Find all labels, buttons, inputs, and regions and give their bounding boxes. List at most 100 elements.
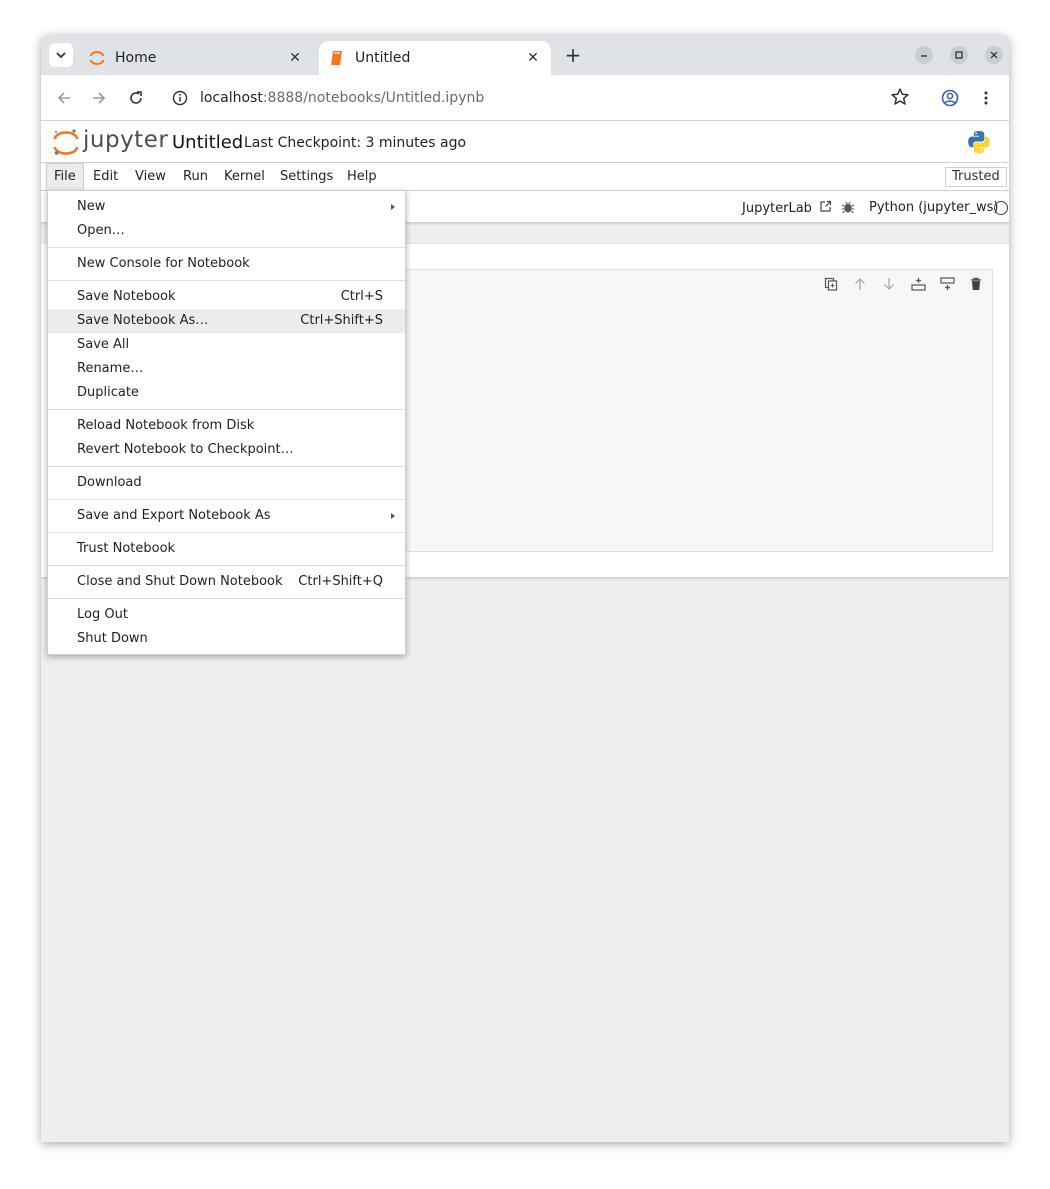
- insert-above-icon[interactable]: [910, 276, 926, 292]
- more-vertical-icon: [984, 91, 988, 105]
- close-tab-icon[interactable]: ✕: [523, 48, 543, 68]
- address-bar[interactable]: localhost:8888/notebooks/Untitled.ipynb: [161, 80, 929, 116]
- menu-item-label: Reload Notebook from Disk: [77, 418, 255, 433]
- menu-item-shut-down[interactable]: Shut Down: [48, 627, 405, 651]
- menu-item-label: Trust Notebook: [77, 541, 176, 556]
- browser-window: Home ✕ Untitled ✕ + localhost:8888/noteb…: [41, 35, 1009, 1142]
- insert-below-icon[interactable]: [939, 276, 955, 292]
- arrow-left-icon: [57, 92, 70, 104]
- jupyterlab-link[interactable]: JupyterLab: [742, 200, 832, 216]
- menu-item-shortcut: Ctrl+S: [340, 289, 383, 304]
- menu-item-label: Close and Shut Down Notebook: [77, 574, 283, 589]
- menu-item-duplicate[interactable]: Duplicate: [48, 381, 405, 405]
- trusted-indicator[interactable]: Trusted: [945, 167, 1007, 187]
- menu-item-open[interactable]: Open…: [48, 219, 405, 243]
- menu-edit[interactable]: Edit: [86, 163, 125, 191]
- chevron-down-icon: [56, 52, 66, 59]
- menu-item-label: Rename…: [77, 361, 144, 376]
- menu-separator: [48, 499, 405, 500]
- code-cell[interactable]: [391, 269, 993, 552]
- tab-strip: Home ✕ Untitled ✕ +: [41, 35, 1009, 75]
- menu-item-label: Download: [77, 475, 142, 490]
- menu-separator: [48, 598, 405, 599]
- menu-item-new-console-for-notebook[interactable]: New Console for Notebook: [48, 252, 405, 276]
- tab-search-button[interactable]: [49, 43, 73, 67]
- menu-item-reload-notebook-from-disk[interactable]: Reload Notebook from Disk: [48, 414, 405, 438]
- menu-item-close-and-shut-down-notebook[interactable]: Close and Shut Down Notebook Ctrl+Shift+Q: [48, 570, 405, 594]
- jupyterlab-link-label: JupyterLab: [742, 201, 812, 216]
- python-logo-icon: [968, 131, 990, 153]
- move-up-icon[interactable]: [852, 276, 868, 292]
- menu-item-log-out[interactable]: Log Out: [48, 603, 405, 627]
- menu-item-label: Open…: [77, 223, 125, 238]
- menu-item-rename[interactable]: Rename…: [48, 357, 405, 381]
- notebook-title[interactable]: Untitled: [172, 132, 243, 153]
- file-menu-dropdown: New Open… New Console for Notebook Save Not…: [47, 190, 406, 655]
- back-button[interactable]: [52, 86, 76, 110]
- menu-kernel[interactable]: Kernel: [217, 163, 272, 191]
- menu-item-revert-notebook-to-checkpoint[interactable]: Revert Notebook to Checkpoint…: [48, 438, 405, 462]
- menu-separator: [48, 466, 405, 467]
- tab-untitled[interactable]: Untitled ✕: [319, 41, 551, 75]
- profile-icon: [941, 89, 959, 107]
- menu-item-label: Shut Down: [77, 631, 148, 646]
- menu-run[interactable]: Run: [176, 163, 215, 191]
- delete-cell-icon[interactable]: [968, 276, 984, 292]
- menu-item-save-all[interactable]: Save All: [48, 333, 405, 357]
- reload-button[interactable]: [124, 86, 148, 110]
- profile-button[interactable]: [938, 86, 962, 110]
- cell-toolbar: [823, 276, 984, 292]
- jupyter-menubar: File Edit View Run Kernel Settings Help …: [41, 163, 1009, 191]
- menu-item-label: New Console for Notebook: [77, 256, 250, 271]
- menu-item-label: Save Notebook As…: [77, 313, 209, 328]
- bookmark-star-icon[interactable]: [889, 86, 911, 108]
- kernel-status-indicator: [994, 201, 1008, 215]
- menu-separator: [48, 247, 405, 248]
- menu-help[interactable]: Help: [340, 163, 384, 191]
- menu-item-trust-notebook[interactable]: Trust Notebook: [48, 537, 405, 561]
- menu-file[interactable]: File: [46, 163, 84, 191]
- menu-item-new[interactable]: New: [48, 195, 405, 219]
- menu-item-save-notebook[interactable]: Save Notebook Ctrl+S: [48, 285, 405, 309]
- forward-button[interactable]: [87, 86, 111, 110]
- kernel-name[interactable]: Python (jupyter_ws): [869, 200, 998, 215]
- maximize-icon: [955, 51, 963, 59]
- menu-item-shortcut: Ctrl+Shift+Q: [298, 574, 383, 589]
- menu-item-save-notebook-as[interactable]: Save Notebook As… Ctrl+Shift+S: [48, 309, 405, 333]
- menu-view[interactable]: View: [128, 163, 173, 191]
- site-info-icon[interactable]: [172, 90, 188, 106]
- maximize-button[interactable]: [950, 46, 968, 64]
- menu-item-label: Save Notebook: [77, 289, 176, 304]
- menu-item-label: Duplicate: [77, 385, 139, 400]
- menu-separator: [48, 532, 405, 533]
- tab-label: Home: [115, 50, 157, 66]
- tab-label: Untitled: [355, 50, 411, 66]
- minimize-button[interactable]: [915, 46, 933, 64]
- reload-icon: [130, 91, 142, 104]
- debugger-bug-icon[interactable]: [841, 200, 855, 214]
- external-link-icon: [820, 200, 832, 212]
- menu-item-label: Save All: [77, 337, 130, 352]
- menu-item-shortcut: Ctrl+Shift+S: [300, 313, 383, 328]
- url-text: localhost:8888/notebooks/Untitled.ipynb: [200, 90, 485, 106]
- browser-toolbar: localhost:8888/notebooks/Untitled.ipynb: [41, 75, 1009, 121]
- menu-separator: [48, 409, 405, 410]
- menu-item-download[interactable]: Download: [48, 471, 405, 495]
- menu-settings[interactable]: Settings: [273, 163, 340, 191]
- duplicate-cell-icon[interactable]: [823, 276, 839, 292]
- browser-menu-button[interactable]: [974, 86, 998, 110]
- menu-item-label: Log Out: [77, 607, 128, 622]
- menu-item-label: Save and Export Notebook As: [77, 508, 271, 523]
- new-tab-button[interactable]: +: [561, 43, 585, 67]
- menu-separator: [48, 565, 405, 566]
- move-down-icon[interactable]: [881, 276, 897, 292]
- arrow-right-icon: [93, 92, 106, 104]
- tab-home[interactable]: Home ✕: [83, 41, 313, 75]
- jupyter-logo-icon[interactable]: [53, 128, 79, 156]
- close-tab-icon[interactable]: ✕: [285, 48, 305, 68]
- submenu-arrow-icon: [391, 513, 395, 519]
- jupyter-wordmark: jupyter: [83, 127, 169, 153]
- close-window-button[interactable]: [985, 46, 1003, 64]
- last-checkpoint: Last Checkpoint: 3 minutes ago: [244, 135, 467, 151]
- menu-item-save-and-export-notebook-as[interactable]: Save and Export Notebook As: [48, 504, 405, 528]
